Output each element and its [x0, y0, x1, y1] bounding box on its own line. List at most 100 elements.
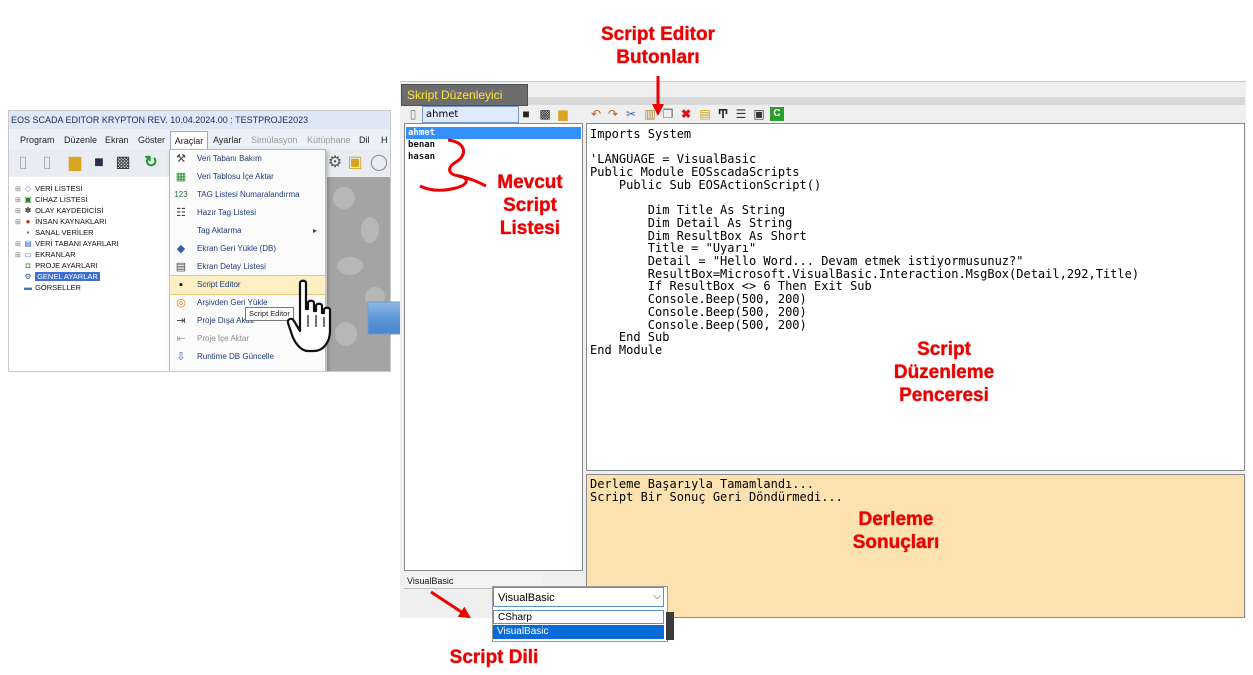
submenu-arrow-icon: ▸ [312, 226, 317, 235]
save-as-icon[interactable]: ▩ [113, 153, 133, 173]
script-list-item-benan[interactable]: benan [408, 139, 435, 151]
tree-item-insan-kaynaklari[interactable]: ⊞ ● İNSAN KAYNAKLARI [15, 216, 107, 227]
menu-simulasyon[interactable]: Simülasyon [251, 131, 298, 149]
menu-duzenle[interactable]: Düzenle [64, 131, 97, 149]
menu-goster[interactable]: Göster [138, 131, 165, 149]
redo-icon[interactable]: ↷ [606, 106, 620, 122]
numbering-icon: 123 [174, 190, 188, 199]
language-option-visualbasic[interactable]: VisualBasic [493, 625, 664, 639]
project-icon: ◘ [25, 261, 31, 270]
menu-item-veri-tablosu-ice-aktar[interactable]: ▦ Veri Tablosu İçe Aktar [170, 168, 325, 186]
delete-icon[interactable]: ✖ [679, 106, 693, 122]
language-select[interactable]: VisualBasic [493, 587, 664, 607]
project-import-icon: ⇤ [176, 333, 186, 345]
tree-item-cihaz-listesi[interactable]: ⊞ ▣ CİHAZ LİSTESİ [15, 194, 88, 205]
tree-item-veri-tabani-ayarlari[interactable]: ⊞ ▤ VERİ TABANI AYARLARI [15, 238, 119, 249]
person-icon: ● [25, 217, 31, 226]
code-line: Imports System [590, 127, 692, 141]
pattern-blob [337, 257, 363, 275]
code-line: Console.Beep(500, 200) [590, 304, 807, 319]
menu-help[interactable]: H [381, 131, 388, 149]
save-icon[interactable]: ■ [89, 153, 109, 173]
menu-item-hazir-tag-listesi[interactable]: ☷ Hazır Tag Listesi [170, 204, 325, 222]
annotation-toolbar-line1: Script Editor [600, 24, 715, 45]
script-name-input[interactable]: ahmet [422, 106, 519, 123]
open-folder-icon[interactable]: ▆ [555, 106, 571, 122]
new-icon[interactable]: ▯ [13, 153, 33, 173]
save-as-script-icon[interactable]: ▩ [537, 106, 553, 122]
script-list-item-hasan[interactable]: hasan [408, 151, 435, 163]
circle-icon[interactable]: ◯ [369, 153, 389, 173]
event-icon: ✽ [24, 206, 32, 215]
text-format-icon[interactable]: Ͳ [716, 106, 730, 122]
refresh-icon[interactable]: ↻ [141, 153, 161, 173]
menu-araclar[interactable]: Araçlar [170, 131, 208, 149]
project-tree: ⊞ ◇ VERİ LİSTESİ ⊞ ▣ CİHAZ LİSTESİ ⊞ ✽ OLAY… [9, 177, 169, 371]
language-option-csharp[interactable]: CSharp [493, 610, 664, 624]
menu-program[interactable]: Program [20, 131, 55, 149]
output-line: Derleme Başarıyla Tamamlandı... [590, 477, 814, 491]
note-icon[interactable]: ▤ [698, 106, 712, 122]
annotation-script-list-line3: Listesi [499, 218, 561, 239]
tree-item-sanal-veriler[interactable]: ▪ SANAL VERİLER [15, 227, 94, 238]
annotation-language: Script Dili [449, 647, 539, 668]
tree-item-proje-ayarlari[interactable]: ◘ PROJE AYARLARI [15, 260, 98, 271]
annotation-edit-window-line1: Script [917, 339, 971, 360]
lock-icon[interactable]: ▣ [345, 153, 365, 173]
archive-icon: ◎ [176, 297, 186, 309]
tab-script-editor[interactable]: Skript Düzenleyici [401, 84, 528, 106]
virtual-icon: ▪ [26, 228, 30, 237]
folder-icon[interactable]: ▆ [65, 153, 85, 173]
undo-icon[interactable]: ↶ [589, 106, 603, 122]
annotation-results-line2: Sonuçları [852, 532, 940, 553]
app-title-bar: EOS SCADA EDITOR KRYPTON REV. 10.04.2024… [9, 111, 390, 129]
menu-item-tag-aktarma[interactable]: Tag Aktarma ▸ [170, 222, 325, 240]
new-script-icon[interactable]: ▯ [405, 106, 421, 122]
tree-item-ekranlar[interactable]: ⊞ ▭ EKRANLAR [15, 249, 76, 260]
script-list-item-ahmet[interactable]: ahmet [406, 127, 581, 139]
menu-bar: Program Düzenle Ekran Göster Araçlar Aya… [9, 131, 390, 149]
code-editor[interactable]: Imports System 'LANGUAGE = VisualBasic Pub… [586, 123, 1245, 471]
code-line: Detail = "Hello Word... Devam etmek isti… [590, 254, 1024, 268]
network-icon[interactable]: ⚙ [325, 153, 345, 173]
image-icon: ▬ [24, 283, 32, 292]
annotation-edit-window-line2: Düzenleme [893, 362, 995, 383]
menu-item-ekran-geri-yukle[interactable]: ◆ Ekran Geri Yükle (DB) [170, 240, 325, 258]
pattern-blob [335, 322, 357, 346]
screen-icon: ▭ [24, 250, 32, 259]
chevron-down-icon[interactable]: ⌵ [650, 587, 664, 607]
transfer-icon [174, 224, 188, 238]
align-icon[interactable]: ☰ [734, 106, 748, 122]
script-icon: ▪ [179, 279, 183, 291]
code-line: End Module [590, 342, 663, 357]
device-icon: ▣ [24, 195, 32, 204]
code-line: Public Module EOSscadaScripts [590, 165, 800, 180]
menu-ayarlar[interactable]: Ayarlar [213, 131, 241, 149]
paste-icon[interactable]: ▥ [643, 106, 657, 122]
menu-item-ekran-detay-listesi[interactable]: ▤ Ekran Detay Listesi [170, 258, 325, 276]
copy-icon[interactable]: ❐ [661, 106, 675, 122]
tag-icon: ◇ [24, 184, 32, 193]
open-disabled-icon[interactable]: ▯ [37, 153, 57, 173]
tools-icon: ⚒ [176, 153, 186, 165]
code-line: Console.Beep(500, 200) [590, 292, 807, 307]
tab-strip [523, 97, 1245, 105]
cut-icon[interactable]: ✂ [624, 106, 638, 122]
menu-kutuphane[interactable]: Kütüphane [307, 131, 351, 149]
menu-dil[interactable]: Dil [359, 131, 370, 149]
tree-item-gorseller[interactable]: ▬ GÖRSELLER [15, 282, 81, 293]
annotation-edit-window: Script Düzenleme Penceresi [862, 338, 1026, 407]
menu-item-tag-numaralandirma[interactable]: 123 TAG Listesi Numaralandırma [170, 186, 325, 204]
tree-item-genel-ayarlar[interactable]: ⚙ GENEL AYARLAR [15, 271, 100, 282]
menu-item-veri-tabani-bakim[interactable]: ⚒ Veri Tabanı Bakım [170, 150, 325, 168]
page-icon[interactable]: ▣ [752, 106, 766, 122]
restore-icon: ◆ [176, 243, 186, 255]
menu-ekran[interactable]: Ekran [105, 131, 129, 149]
database-icon: ▤ [24, 239, 32, 248]
popup-edge [666, 612, 674, 640]
save-script-icon[interactable]: ■ [518, 106, 534, 122]
tree-item-olay-kaydedicisi[interactable]: ⊞ ✽ OLAY KAYDEDİCİSİ [15, 205, 103, 216]
list-icon: ☷ [176, 207, 186, 219]
tree-item-veri-listesi[interactable]: ⊞ ◇ VERİ LİSTESİ [15, 183, 83, 194]
compile-icon[interactable]: C [770, 107, 784, 121]
